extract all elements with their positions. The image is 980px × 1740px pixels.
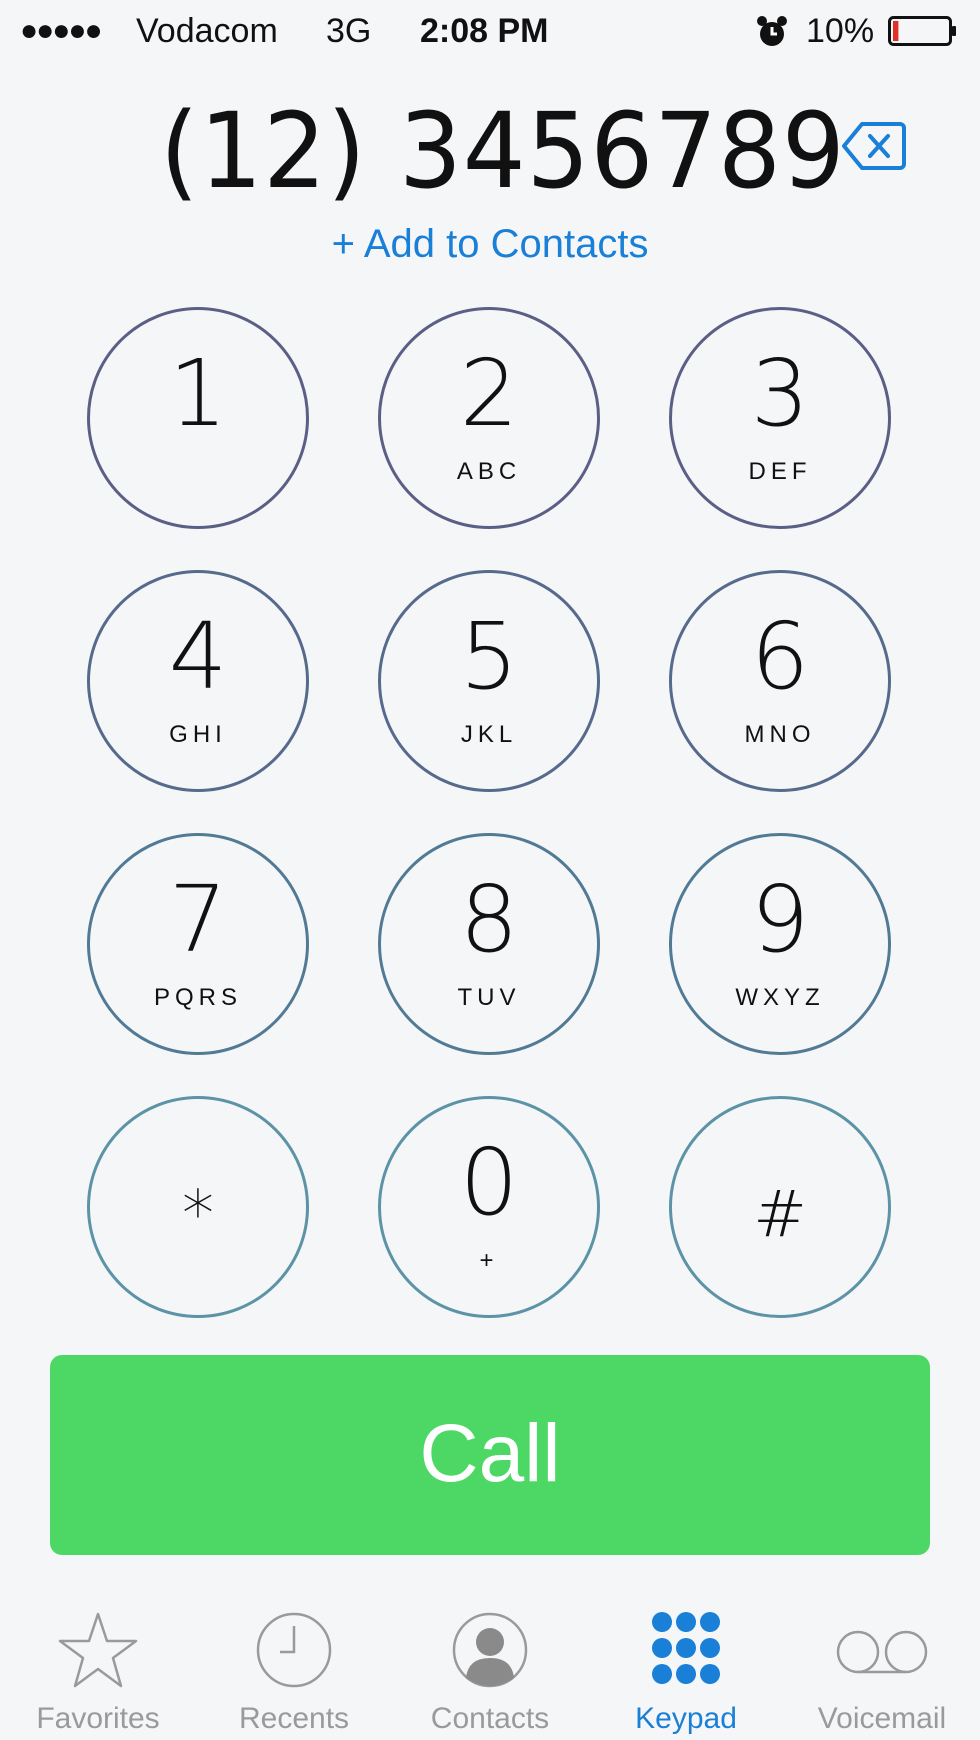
key-digit: 6 [750, 603, 810, 710]
backspace-icon [842, 122, 906, 170]
add-to-contacts-link[interactable]: + Add to Contacts [0, 222, 980, 267]
tab-keypad[interactable]: Keypad [588, 1598, 784, 1740]
dialed-number: (12) 3456789 [160, 90, 846, 212]
voicemail-icon [834, 1610, 930, 1690]
key-letters: DEF [748, 458, 812, 485]
tab-label: Contacts [430, 1702, 550, 1735]
tab-label: Voicemail [817, 1702, 947, 1735]
key-8[interactable]: 8 TUV [378, 833, 600, 1055]
key-digit: 3 [750, 340, 810, 447]
tab-label: Keypad [635, 1702, 737, 1735]
key-letters: GHI [169, 721, 227, 748]
key-letters: ABC [456, 458, 522, 485]
key-digit: 0 [459, 1129, 519, 1236]
network-type: 3G [326, 12, 372, 50]
carrier-name: Vodacom [136, 12, 278, 50]
tab-bar: Favorites Recents Contacts Keypad Voicem… [0, 1598, 980, 1740]
call-button-label: Call [419, 1408, 561, 1499]
key-star[interactable]: * [87, 1096, 309, 1318]
key-3[interactable]: 3 DEF [669, 307, 891, 529]
tab-recents[interactable]: Recents [196, 1598, 392, 1740]
tab-voicemail[interactable]: Voicemail [784, 1598, 980, 1740]
battery-low-icon [888, 16, 958, 46]
key-digit: 8 [459, 866, 519, 973]
delete-button[interactable] [842, 120, 906, 172]
key-letters: WXYZ [735, 984, 825, 1011]
star-icon [58, 1610, 138, 1690]
tab-label: Favorites [36, 1702, 160, 1735]
battery-percent: 10% [806, 12, 875, 50]
tab-contacts[interactable]: Contacts [392, 1598, 588, 1740]
tab-favorites[interactable]: Favorites [0, 1598, 196, 1740]
key-letters: + [479, 1247, 499, 1274]
key-letters: MNO [744, 721, 816, 748]
key-digit: 2 [459, 340, 519, 447]
key-hash[interactable]: # [669, 1096, 891, 1318]
key-digit: # [753, 1178, 807, 1252]
call-button[interactable]: Call [50, 1355, 930, 1555]
key-digit: 1 [168, 340, 228, 447]
signal-strength-indicator: ●●●●● [20, 14, 103, 47]
key-1[interactable]: 1 [87, 307, 309, 529]
key-0[interactable]: 0 + [378, 1096, 600, 1318]
tab-label: Recents [238, 1702, 350, 1735]
key-2[interactable]: 2 ABC [378, 307, 600, 529]
key-letters: JKL [460, 721, 518, 748]
key-6[interactable]: 6 MNO [669, 570, 891, 792]
key-7[interactable]: 7 PQRS [87, 833, 309, 1055]
dialed-number-row: (12) 3456789 [0, 90, 980, 212]
clock-icon [254, 1610, 334, 1690]
status-bar: ●●●●● Vodacom 3G 2:08 PM 10% [0, 0, 980, 64]
key-digit: 4 [168, 603, 228, 710]
key-letters: TUV [457, 984, 521, 1011]
key-digit: 7 [168, 866, 228, 973]
key-5[interactable]: 5 JKL [378, 570, 600, 792]
person-icon [450, 1610, 530, 1690]
status-time: 2:08 PM [420, 12, 549, 50]
alarm-clock-icon [756, 14, 788, 50]
key-digit: 5 [459, 603, 519, 710]
key-letters: PQRS [153, 984, 242, 1011]
key-9[interactable]: 9 WXYZ [669, 833, 891, 1055]
key-digit: 9 [750, 866, 810, 973]
key-4[interactable]: 4 GHI [87, 570, 309, 792]
keypad-icon [646, 1610, 726, 1690]
key-digit: * [182, 1178, 214, 1252]
